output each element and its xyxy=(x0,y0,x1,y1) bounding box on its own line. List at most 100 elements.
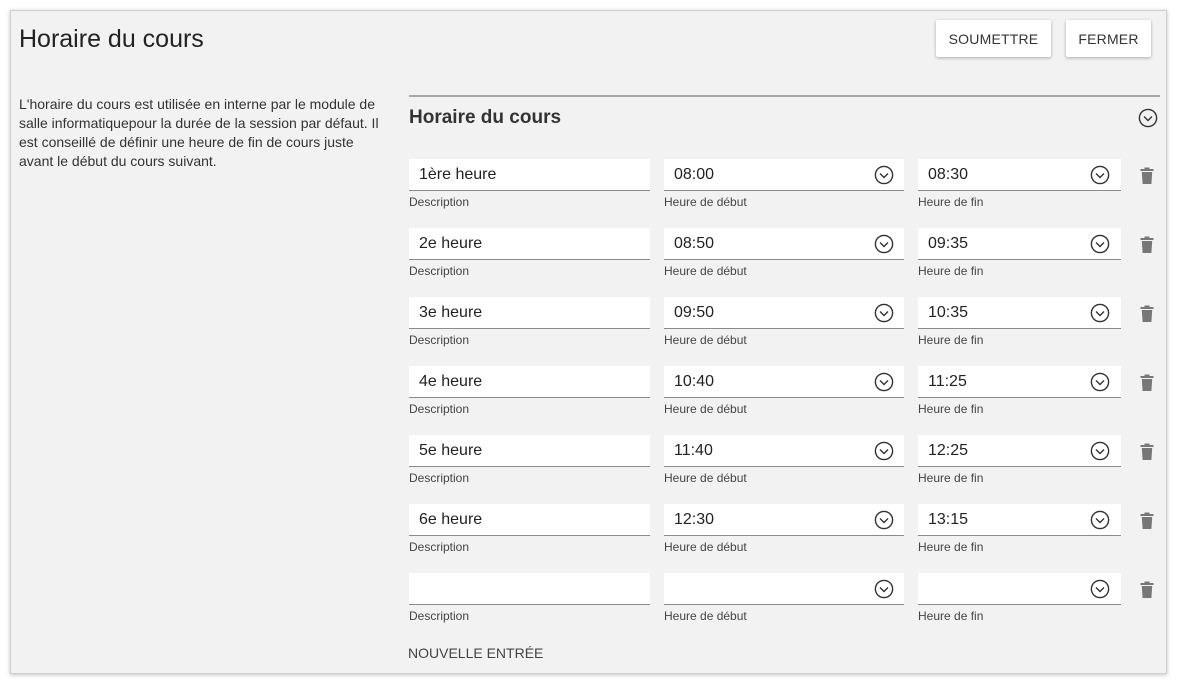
description-value: 5e heure xyxy=(419,442,483,459)
end-time-field[interactable]: 11:25 Heure de fin xyxy=(918,366,1121,416)
trash-icon[interactable] xyxy=(1139,581,1155,599)
description-field[interactable]: 2e heure Description xyxy=(409,228,650,278)
trash-icon[interactable] xyxy=(1139,167,1155,185)
description-input[interactable]: 3e heure xyxy=(409,297,650,329)
description-field[interactable]: 3e heure Description xyxy=(409,297,650,347)
course-schedule-dialog: Horaire du cours SOUMETTRE FERMER L'hora… xyxy=(10,10,1167,674)
start-time-field[interactable]: 08:00 Heure de début xyxy=(664,159,904,209)
schedule-row: 4e heure Description 10:40 Heure de débu… xyxy=(409,366,1160,426)
end-time-label: Heure de fin xyxy=(918,471,984,485)
end-time-label: Heure de fin xyxy=(918,195,984,209)
start-time-label: Heure de début xyxy=(664,471,747,485)
description-value: 1ère heure xyxy=(419,166,497,183)
chevron-down-icon[interactable] xyxy=(1090,372,1110,392)
description-value: 6e heure xyxy=(419,511,483,528)
end-time-field[interactable]: 10:35 Heure de fin xyxy=(918,297,1121,347)
start-time-field[interactable]: 10:40 Heure de début xyxy=(664,366,904,416)
start-time-select[interactable]: 11:40 xyxy=(664,435,904,467)
schedule-row: 2e heure Description 08:50 Heure de débu… xyxy=(409,228,1160,288)
start-time-label: Heure de début xyxy=(664,333,747,347)
description-field[interactable]: 4e heure Description xyxy=(409,366,650,416)
start-time-field[interactable]: 08:50 Heure de début xyxy=(664,228,904,278)
description-field[interactable]: Description xyxy=(409,573,650,623)
end-time-label: Heure de fin xyxy=(918,264,984,278)
description-input[interactable]: 2e heure xyxy=(409,228,650,260)
chevron-down-icon[interactable] xyxy=(874,372,894,392)
start-time-select[interactable]: 10:40 xyxy=(664,366,904,398)
chevron-down-icon[interactable] xyxy=(1090,441,1110,461)
schedule-section: Horaire du cours 1ère heure Description … xyxy=(409,95,1160,623)
start-time-select[interactable]: 08:50 xyxy=(664,228,904,260)
end-time-field[interactable]: 09:35 Heure de fin xyxy=(918,228,1121,278)
start-time-value: 11:40 xyxy=(674,442,713,459)
end-time-value: 13:15 xyxy=(928,511,969,528)
start-time-select[interactable] xyxy=(664,573,904,605)
chevron-down-icon[interactable] xyxy=(1090,165,1110,185)
submit-button[interactable]: SOUMETTRE xyxy=(936,20,1051,57)
description-field[interactable]: 5e heure Description xyxy=(409,435,650,485)
start-time-label: Heure de début xyxy=(664,609,747,623)
description-input[interactable]: 5e heure xyxy=(409,435,650,467)
description-value: 4e heure xyxy=(419,373,483,390)
start-time-label: Heure de début xyxy=(664,264,747,278)
chevron-down-icon[interactable] xyxy=(874,441,894,461)
trash-icon[interactable] xyxy=(1139,374,1155,392)
end-time-label: Heure de fin xyxy=(918,609,984,623)
description-input[interactable]: 1ère heure xyxy=(409,159,650,191)
description-label: Description xyxy=(409,264,470,278)
description-label: Description xyxy=(409,333,470,347)
description-field[interactable]: 6e heure Description xyxy=(409,504,650,554)
start-time-select[interactable]: 09:50 xyxy=(664,297,904,329)
trash-icon[interactable] xyxy=(1139,512,1155,530)
end-time-field[interactable]: 08:30 Heure de fin xyxy=(918,159,1121,209)
chevron-down-icon[interactable] xyxy=(1090,510,1110,530)
chevron-down-icon[interactable] xyxy=(1138,108,1158,128)
description-label: Description xyxy=(409,195,470,209)
start-time-value: 09:50 xyxy=(674,304,715,321)
chevron-down-icon[interactable] xyxy=(874,579,894,599)
schedule-row: 3e heure Description 09:50 Heure de débu… xyxy=(409,297,1160,357)
chevron-down-icon[interactable] xyxy=(1090,234,1110,254)
schedule-row: 1ère heure Description 08:00 Heure de dé… xyxy=(409,159,1160,219)
chevron-down-icon[interactable] xyxy=(1090,579,1110,599)
description-input[interactable]: 6e heure xyxy=(409,504,650,536)
start-time-value: 08:00 xyxy=(674,166,715,183)
end-time-value: 11:25 xyxy=(928,373,967,390)
end-time-value: 10:35 xyxy=(928,304,969,321)
schedule-row: 5e heure Description 11:40 Heure de débu… xyxy=(409,435,1160,495)
help-text: L'horaire du cours est utilisée en inter… xyxy=(19,96,379,169)
description-input[interactable] xyxy=(409,573,650,605)
start-time-field[interactable]: 11:40 Heure de début xyxy=(664,435,904,485)
new-entry-button[interactable]: NOUVELLE ENTRÉE xyxy=(408,645,543,661)
end-time-field[interactable]: 12:25 Heure de fin xyxy=(918,435,1121,485)
end-time-field[interactable]: Heure de fin xyxy=(918,573,1121,623)
end-time-value: 09:35 xyxy=(928,235,969,252)
start-time-field[interactable]: 12:30 Heure de début xyxy=(664,504,904,554)
chevron-down-icon[interactable] xyxy=(874,510,894,530)
trash-icon[interactable] xyxy=(1139,236,1155,254)
description-input[interactable]: 4e heure xyxy=(409,366,650,398)
chevron-down-icon[interactable] xyxy=(874,303,894,323)
chevron-down-icon[interactable] xyxy=(874,234,894,254)
start-time-select[interactable]: 12:30 xyxy=(664,504,904,536)
end-time-value: 12:25 xyxy=(928,442,969,459)
section-title: Horaire du cours xyxy=(409,107,562,128)
description-label: Description xyxy=(409,402,470,416)
start-time-field[interactable]: Heure de début xyxy=(664,573,904,623)
trash-icon[interactable] xyxy=(1139,443,1155,461)
end-time-label: Heure de fin xyxy=(918,333,984,347)
start-time-select[interactable]: 08:00 xyxy=(664,159,904,191)
page-title: Horaire du cours xyxy=(19,25,204,53)
end-time-field[interactable]: 13:15 Heure de fin xyxy=(918,504,1121,554)
description-value: 3e heure xyxy=(419,304,483,321)
end-time-value: 08:30 xyxy=(928,166,969,183)
start-time-value: 08:50 xyxy=(674,235,715,252)
start-time-label: Heure de début xyxy=(664,540,747,554)
description-field[interactable]: 1ère heure Description xyxy=(409,159,650,209)
close-button[interactable]: FERMER xyxy=(1066,20,1151,57)
trash-icon[interactable] xyxy=(1139,305,1155,323)
end-time-label: Heure de fin xyxy=(918,402,984,416)
start-time-field[interactable]: 09:50 Heure de début xyxy=(664,297,904,347)
chevron-down-icon[interactable] xyxy=(1090,303,1110,323)
chevron-down-icon[interactable] xyxy=(874,165,894,185)
